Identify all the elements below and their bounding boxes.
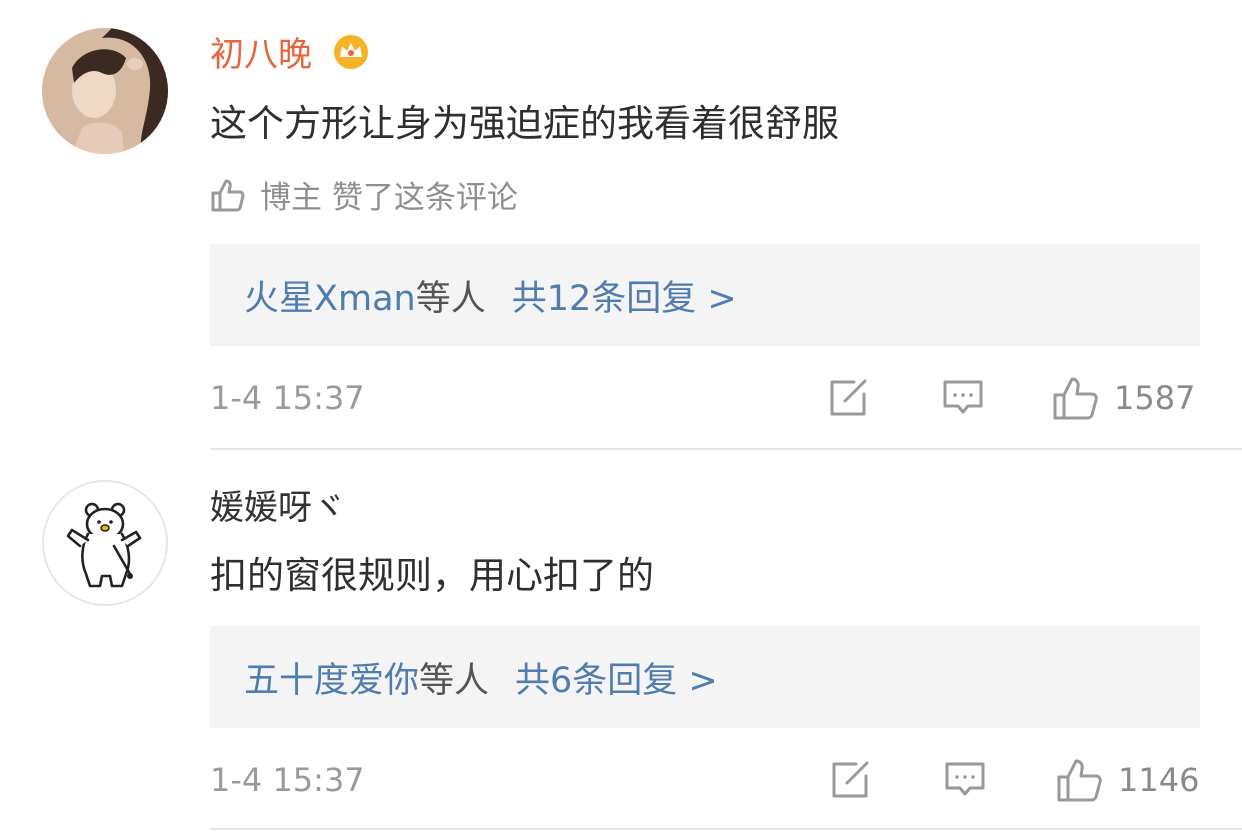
reply-names[interactable]: 五十度爱你 xyxy=(244,652,419,703)
timestamp: 1-4 15:37 xyxy=(210,761,365,799)
comment-button[interactable] xyxy=(944,758,986,802)
thumbs-up-icon xyxy=(1057,759,1102,802)
author-liked-note: 博主 赞了这条评论 xyxy=(210,172,518,217)
repost-button[interactable] xyxy=(828,376,870,420)
comment-meta: 1-4 15:37 1587 xyxy=(210,376,1200,420)
thumbs-up-icon xyxy=(1053,377,1098,420)
woman-portrait-avatar-icon xyxy=(42,28,168,154)
comment-icon xyxy=(945,762,985,796)
reply-names[interactable]: 火星Xman xyxy=(244,270,416,321)
reply-count-link[interactable]: 共12条回复 > xyxy=(512,270,737,321)
avatar[interactable] xyxy=(42,480,168,606)
reply-preview[interactable]: 火星Xman 等人 共12条回复 > xyxy=(210,244,1200,346)
comment-meta: 1-4 15:37 1146 xyxy=(210,758,1200,802)
timestamp: 1-4 15:37 xyxy=(210,379,365,417)
comment-button[interactable] xyxy=(942,376,984,420)
like-button[interactable]: 1146 xyxy=(1056,758,1199,802)
bear-avatar-icon xyxy=(44,482,166,604)
reply-count-link[interactable]: 共6条回复 > xyxy=(515,652,718,703)
username[interactable]: 初八晚 xyxy=(210,34,371,79)
repost-icon xyxy=(830,379,867,416)
comment-icon xyxy=(943,380,983,414)
comment-2: 媛媛呀ヾ 扣的窗很规则，用心扣了的 五十度爱你 等人 共6条回复 > 1-4 1… xyxy=(0,450,1242,832)
avatar[interactable] xyxy=(42,28,168,154)
comment-text: 这个方形让身为强迫症的我看着很舒服 xyxy=(210,102,839,145)
username[interactable]: 媛媛呀ヾ xyxy=(210,488,346,528)
reply-suffix: 等人 xyxy=(415,278,486,319)
like-count: 1146 xyxy=(1118,761,1200,799)
repost-button[interactable] xyxy=(830,758,872,802)
like-count: 1587 xyxy=(1114,379,1196,417)
divider xyxy=(210,828,1242,830)
like-button[interactable]: 1587 xyxy=(1052,376,1195,420)
reply-preview[interactable]: 五十度爱你 等人 共6条回复 > xyxy=(210,626,1200,728)
comment-text: 扣的窗很规则，用心扣了的 xyxy=(210,554,654,597)
repost-icon xyxy=(832,761,869,798)
crown-icon xyxy=(331,34,371,79)
reply-suffix: 等人 xyxy=(419,660,490,701)
comment-1: 初八晚 这个方形让身为强迫症的我看着很舒服 博主 赞了这条评论 火星Xman 等… xyxy=(0,0,1242,450)
thumbs-up-icon xyxy=(211,179,245,211)
